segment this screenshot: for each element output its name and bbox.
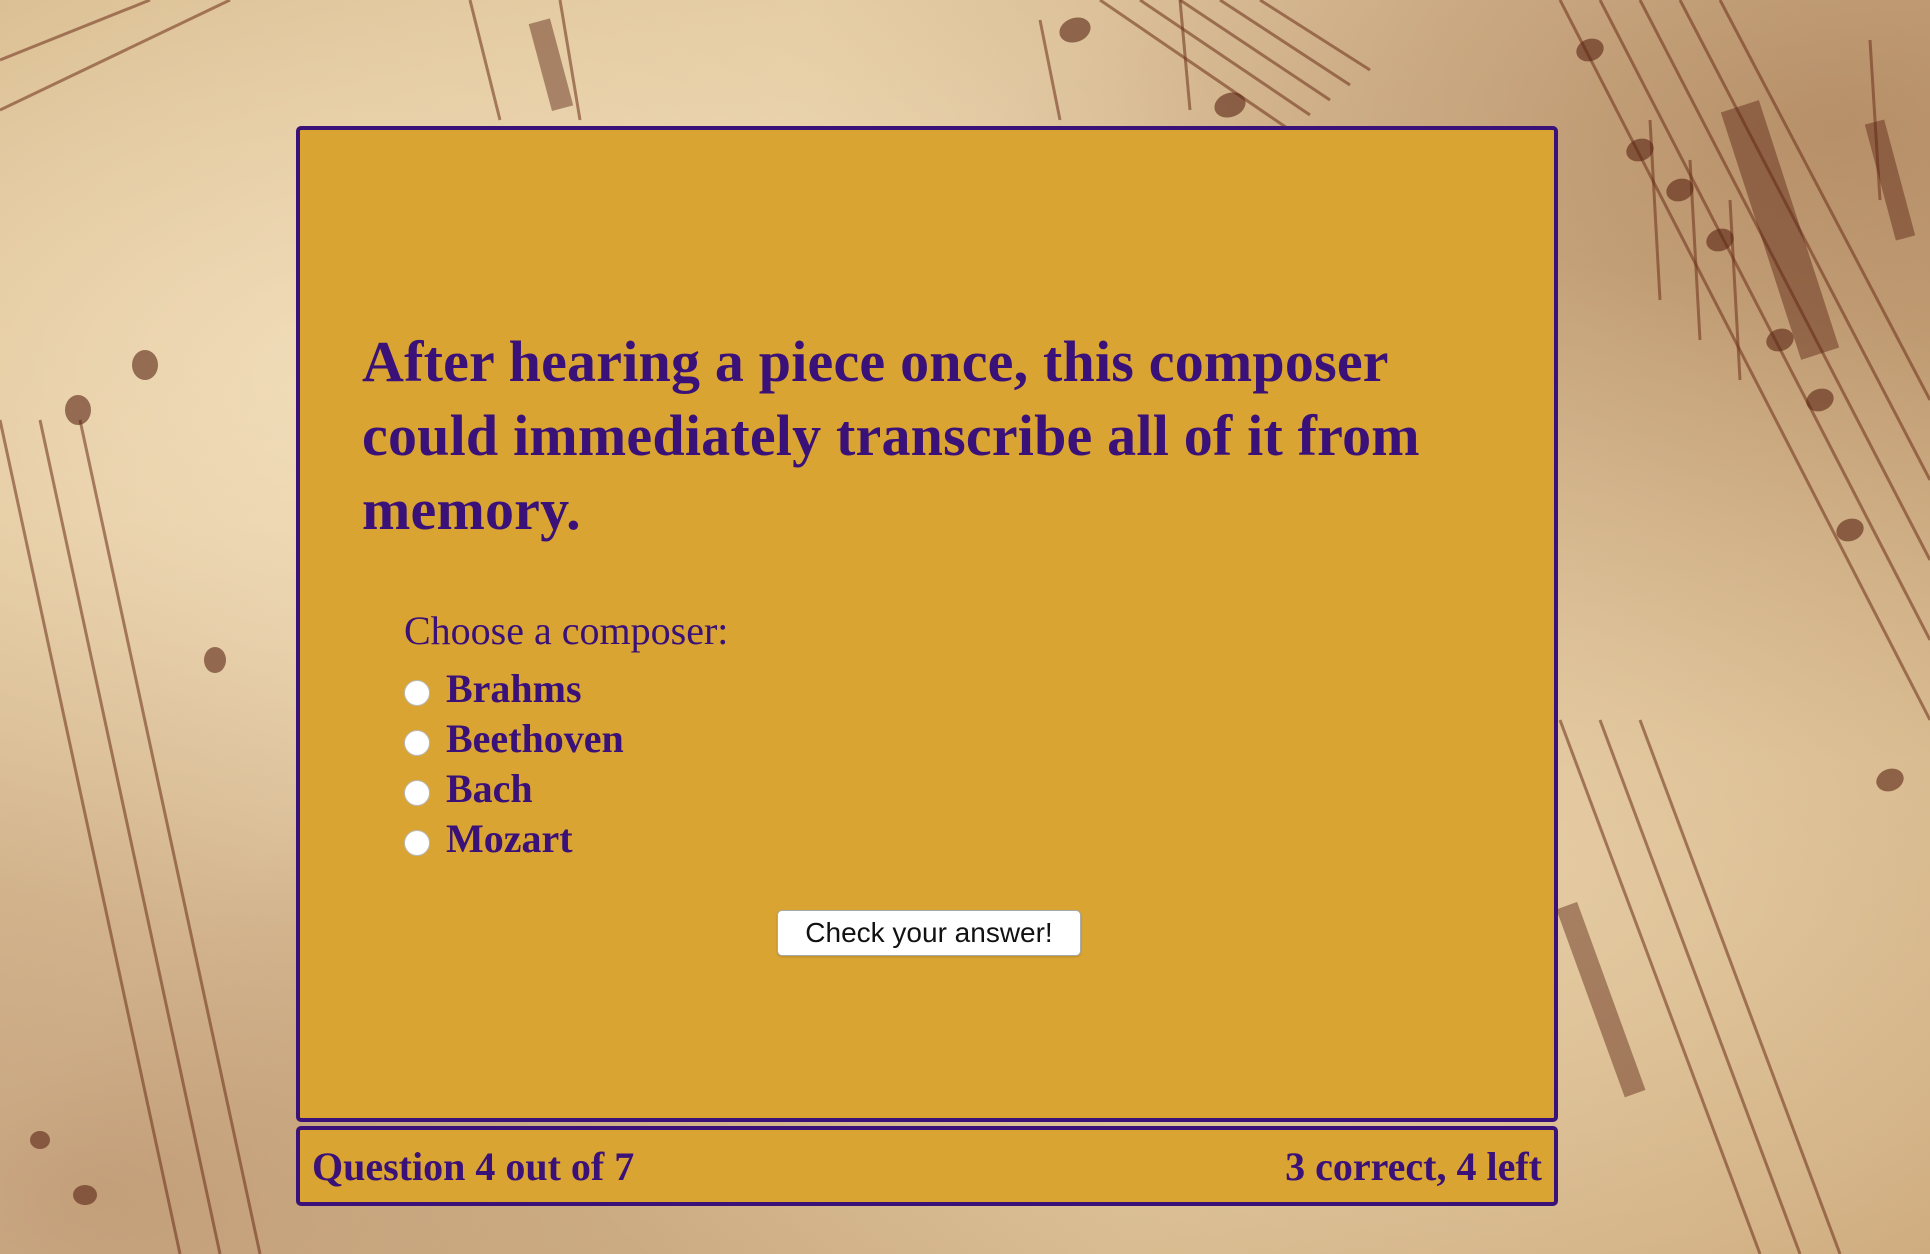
option-beethoven[interactable]: Beethoven — [404, 714, 1204, 764]
check-answer-button[interactable]: Check your answer! — [777, 910, 1081, 956]
score-summary: 3 correct, 4 left — [1285, 1144, 1542, 1189]
radio-button[interactable] — [404, 780, 430, 806]
status-bar: Question 4 out of 7 3 correct, 4 left — [296, 1126, 1558, 1206]
question-progress: Question 4 out of 7 — [312, 1144, 635, 1189]
option-mozart[interactable]: Mozart — [404, 814, 1204, 864]
question-text: After hearing a piece once, this compose… — [362, 329, 1420, 542]
option-label[interactable]: Mozart — [446, 814, 573, 864]
option-label[interactable]: Brahms — [446, 664, 582, 714]
radio-button[interactable] — [404, 680, 430, 706]
option-brahms[interactable]: Brahms — [404, 664, 1204, 714]
quiz-card: After hearing a piece once, this compose… — [296, 126, 1558, 1122]
radio-button[interactable] — [404, 730, 430, 756]
option-label[interactable]: Beethoven — [446, 714, 624, 764]
option-bach[interactable]: Bach — [404, 764, 1204, 814]
radio-button[interactable] — [404, 830, 430, 856]
option-label[interactable]: Bach — [446, 764, 533, 814]
choose-composer-label: Choose a composer: — [404, 608, 729, 653]
composer-choices: Choose a composer: Brahms Beethoven Bach… — [404, 604, 1204, 864]
